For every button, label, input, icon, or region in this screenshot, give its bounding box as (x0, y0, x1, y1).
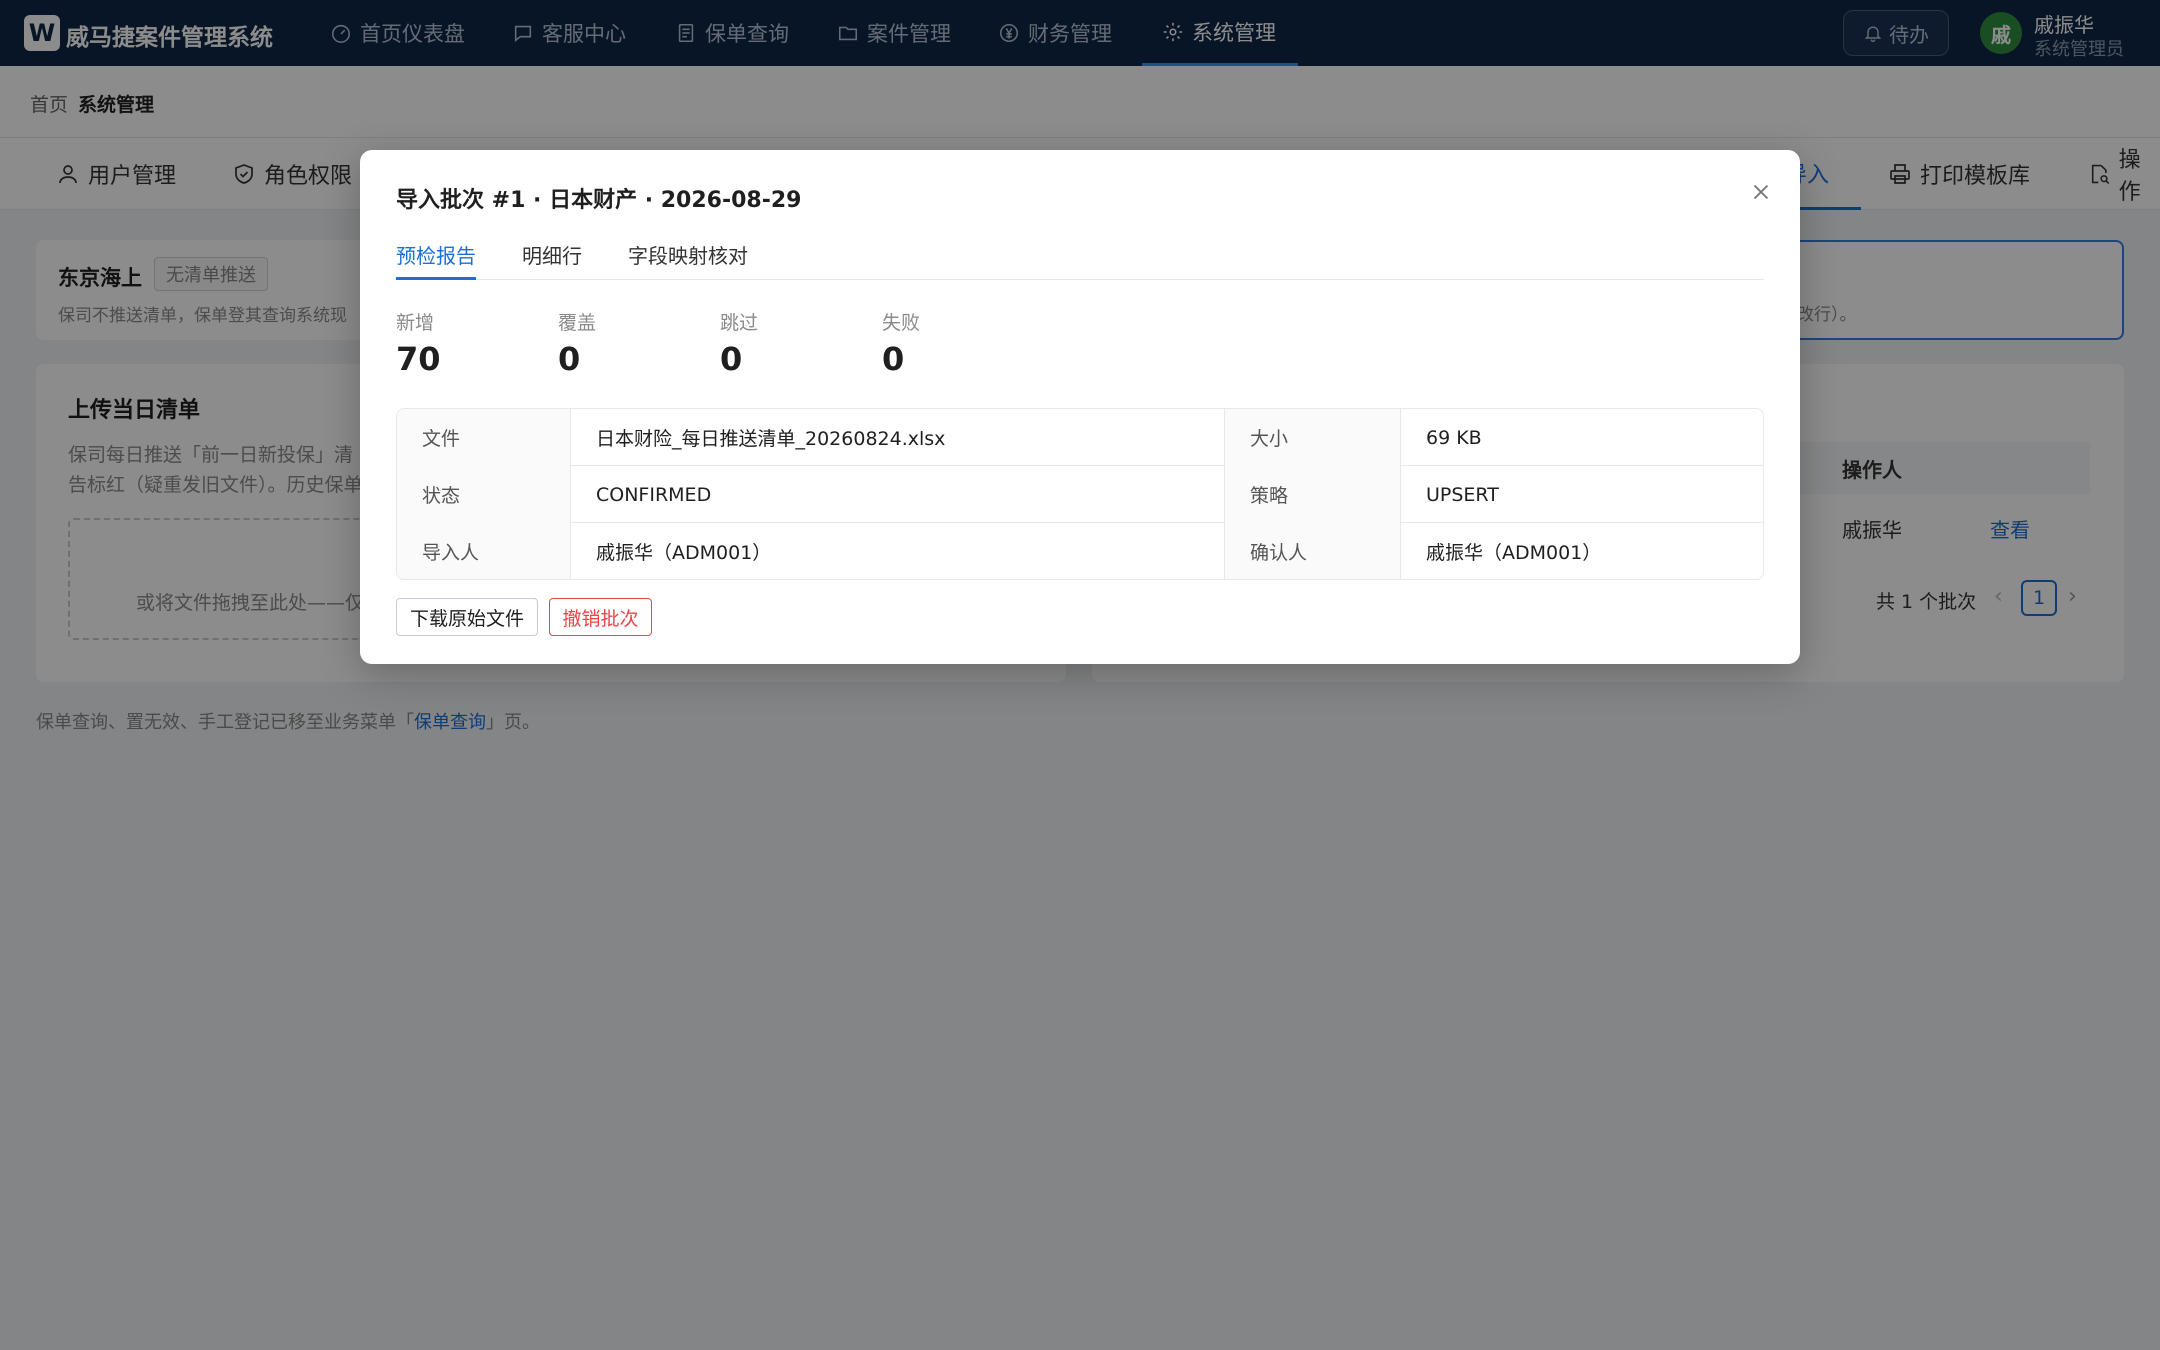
table-row: 文件 日本财险_每日推送清单_20260824.xlsx 大小 69 KB (397, 409, 1763, 466)
stat-failed-value: 0 (882, 340, 905, 378)
table-row: 状态 CONFIRMED 策略 UPSERT (397, 466, 1763, 523)
download-original-button[interactable]: 下载原始文件 (396, 598, 538, 636)
tab-detail-rows[interactable]: 明细行 (522, 240, 582, 280)
field-value-file: 日本财险_每日推送清单_20260824.xlsx (571, 409, 1225, 466)
revoke-batch-button[interactable]: 撤销批次 (549, 598, 652, 636)
close-icon (1753, 184, 1769, 200)
field-label: 策略 (1225, 466, 1401, 523)
stat-skipped-label: 跳过 (720, 312, 759, 334)
stat-added-label: 新增 (396, 312, 435, 334)
field-value-size: 69 KB (1426, 426, 1482, 449)
tab-field-mapping[interactable]: 字段映射核对 (628, 240, 748, 280)
field-value-confirmer: 戚振华（ADM001） (1426, 542, 1602, 564)
table-row: 导入人 戚振华（ADM001） 确认人 戚振华（ADM001） (397, 523, 1763, 579)
stat-failed-label: 失败 (882, 312, 921, 334)
field-label: 文件 (397, 409, 571, 466)
field-label: 导入人 (397, 523, 571, 579)
field-label: 确认人 (1225, 523, 1401, 579)
import-batch-modal: 导入批次 #1 · 日本财产 · 2026-08-29 预检报告 明细行 字段映… (360, 150, 1800, 664)
stat-overwritten-value: 0 (558, 340, 581, 378)
stat-added-value: 70 (396, 340, 441, 378)
stat-skipped-value: 0 (720, 340, 743, 378)
tab-precheck-report[interactable]: 预检报告 (396, 240, 476, 280)
close-button[interactable] (1747, 178, 1775, 206)
field-label: 大小 (1225, 409, 1401, 466)
batch-detail-table: 文件 日本财险_每日推送清单_20260824.xlsx 大小 69 KB 状态… (396, 408, 1764, 580)
field-label: 状态 (397, 466, 571, 523)
field-value-importer: 戚振华（ADM001） (571, 523, 1225, 579)
field-value-strategy: UPSERT (1426, 483, 1499, 506)
modal-title: 导入批次 #1 · 日本财产 · 2026-08-29 (396, 188, 802, 213)
modal-tabs: 预检报告 明细行 字段映射核对 (396, 234, 1764, 280)
stat-overwritten-label: 覆盖 (558, 312, 597, 334)
field-value-status: CONFIRMED (571, 466, 1225, 523)
